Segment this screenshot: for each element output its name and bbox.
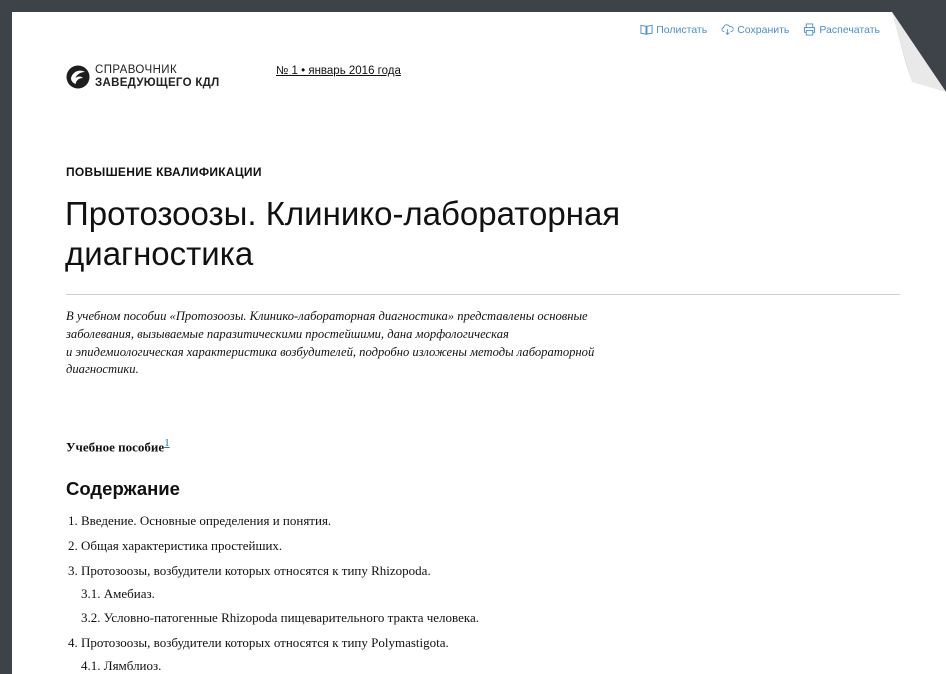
logo-icon — [66, 65, 90, 89]
journal-logo[interactable]: СПРАВОЧНИК ЗАВЕДУЮЩЕГО КДЛ — [66, 64, 220, 90]
logo-line1: СПРАВОЧНИК — [95, 64, 178, 76]
document-page: Полистать Сохранить Распечатать СПРАВОЧН… — [12, 12, 946, 674]
toc-item[interactable]: 4. Протозоозы, возбудители которых относ… — [68, 634, 449, 652]
toc-item[interactable]: 1. Введение. Основные определения и поня… — [68, 512, 331, 530]
toc-subitem[interactable]: 4.1. Лямблиоз. — [81, 657, 161, 674]
toolbar: Полистать Сохранить Распечатать — [640, 23, 880, 36]
footnote-link[interactable]: 1 — [164, 437, 170, 449]
article-title: Протозоозы. Клинико-лабораторная диагнос… — [65, 194, 705, 274]
save-button[interactable]: Сохранить — [721, 23, 789, 36]
book-icon — [640, 24, 653, 35]
toc-subitem[interactable]: 3.1. Амебиаз. — [81, 585, 155, 603]
section-label: ПОВЫШЕНИЕ КВАЛИФИКАЦИИ — [66, 165, 262, 179]
cloud-download-icon — [721, 24, 734, 35]
logo-text: СПРАВОЧНИК ЗАВЕДУЮЩЕГО КДЛ — [95, 64, 220, 90]
toc-heading: Содержание — [66, 478, 180, 499]
printer-icon — [804, 23, 816, 36]
logo-line2: ЗАВЕДУЮЩЕГО КДЛ — [95, 77, 220, 89]
browse-label: Полистать — [656, 23, 708, 36]
toc-item[interactable]: 3. Протозоозы, возбудители которых относ… — [68, 562, 431, 580]
toc-subitem[interactable]: 3.2. Условно-патогенные Rhizopoda пищева… — [81, 609, 479, 627]
tutorial-text: Учебное пособие — [66, 439, 165, 455]
title-line-1: Протозоозы. Клинико-лабораторная — [65, 195, 621, 232]
title-line-2: диагностика — [65, 235, 254, 272]
lead-line: В учебном пособии «Протозоозы. Клинико-л… — [66, 309, 588, 323]
print-button[interactable]: Распечатать — [803, 23, 880, 36]
divider — [66, 294, 900, 295]
lead-line: диагностики. — [66, 362, 139, 377]
tutorial-label: Учебное пособие1 — [66, 437, 170, 455]
toc-item[interactable]: 2. Общая характеристика простейших. — [68, 537, 282, 555]
browse-button[interactable]: Полистать — [640, 23, 707, 36]
article-lead: В учебном пособии «Протозоозы. Клинико-л… — [66, 308, 666, 379]
issue-link[interactable]: № 1 • январь 2016 года — [276, 65, 401, 77]
lead-line: заболевания, вызываемые паразитическими … — [66, 326, 509, 341]
save-label: Сохранить — [737, 23, 790, 36]
print-label: Распечатать — [819, 23, 880, 36]
page-curl-corner — [892, 12, 946, 92]
lead-line: и эпидемиологическая характеристика возб… — [66, 344, 595, 359]
